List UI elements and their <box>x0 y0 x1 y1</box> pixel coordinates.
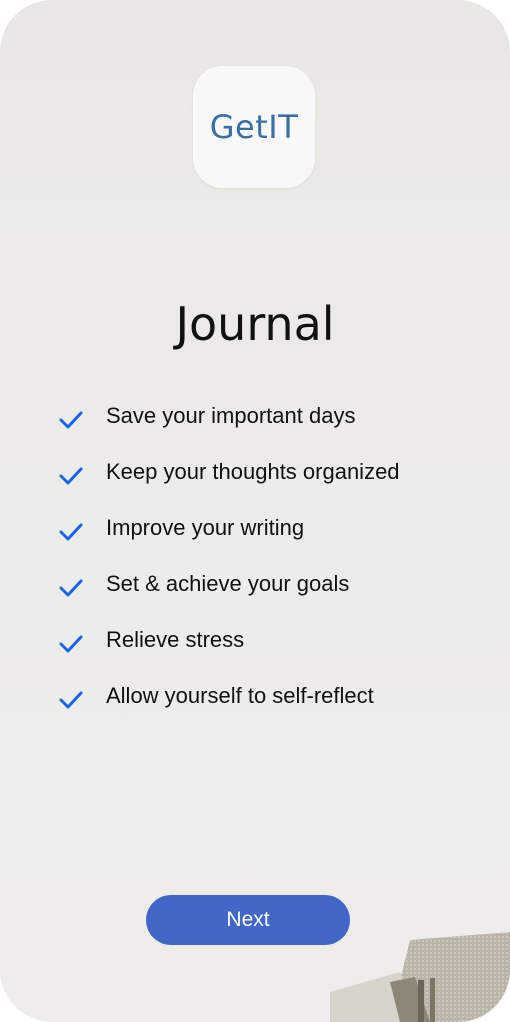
feature-label: Improve your writing <box>106 515 305 540</box>
feature-label: Keep your thoughts organized <box>106 459 400 484</box>
onboarding-screen: GetIT Journal Save your important days K… <box>0 0 510 1022</box>
next-button[interactable]: Next <box>146 895 350 945</box>
page-title: Journal <box>175 296 335 351</box>
feature-item: Keep your thoughts organized <box>58 444 400 500</box>
app-logo: GetIT <box>193 66 315 188</box>
feature-label: Allow yourself to self-reflect <box>106 683 374 708</box>
feature-label: Save your important days <box>106 403 356 428</box>
feature-item: Improve your writing <box>58 500 400 556</box>
feature-label: Relieve stress <box>106 627 245 652</box>
feature-label: Set & achieve your goals <box>106 571 350 596</box>
check-icon <box>59 635 83 653</box>
notebook-decoration-image <box>330 932 510 1022</box>
feature-list: Save your important days Keep your thoug… <box>58 388 400 724</box>
feature-item: Allow yourself to self-reflect <box>58 668 400 724</box>
feature-item: Save your important days <box>58 388 400 444</box>
check-icon <box>59 467 83 485</box>
feature-item: Set & achieve your goals <box>58 556 400 612</box>
check-icon <box>59 691 83 709</box>
app-logo-text: GetIT <box>209 108 299 146</box>
check-icon <box>59 523 83 541</box>
check-icon <box>59 411 83 429</box>
feature-item: Relieve stress <box>58 612 400 668</box>
check-icon <box>59 579 83 597</box>
